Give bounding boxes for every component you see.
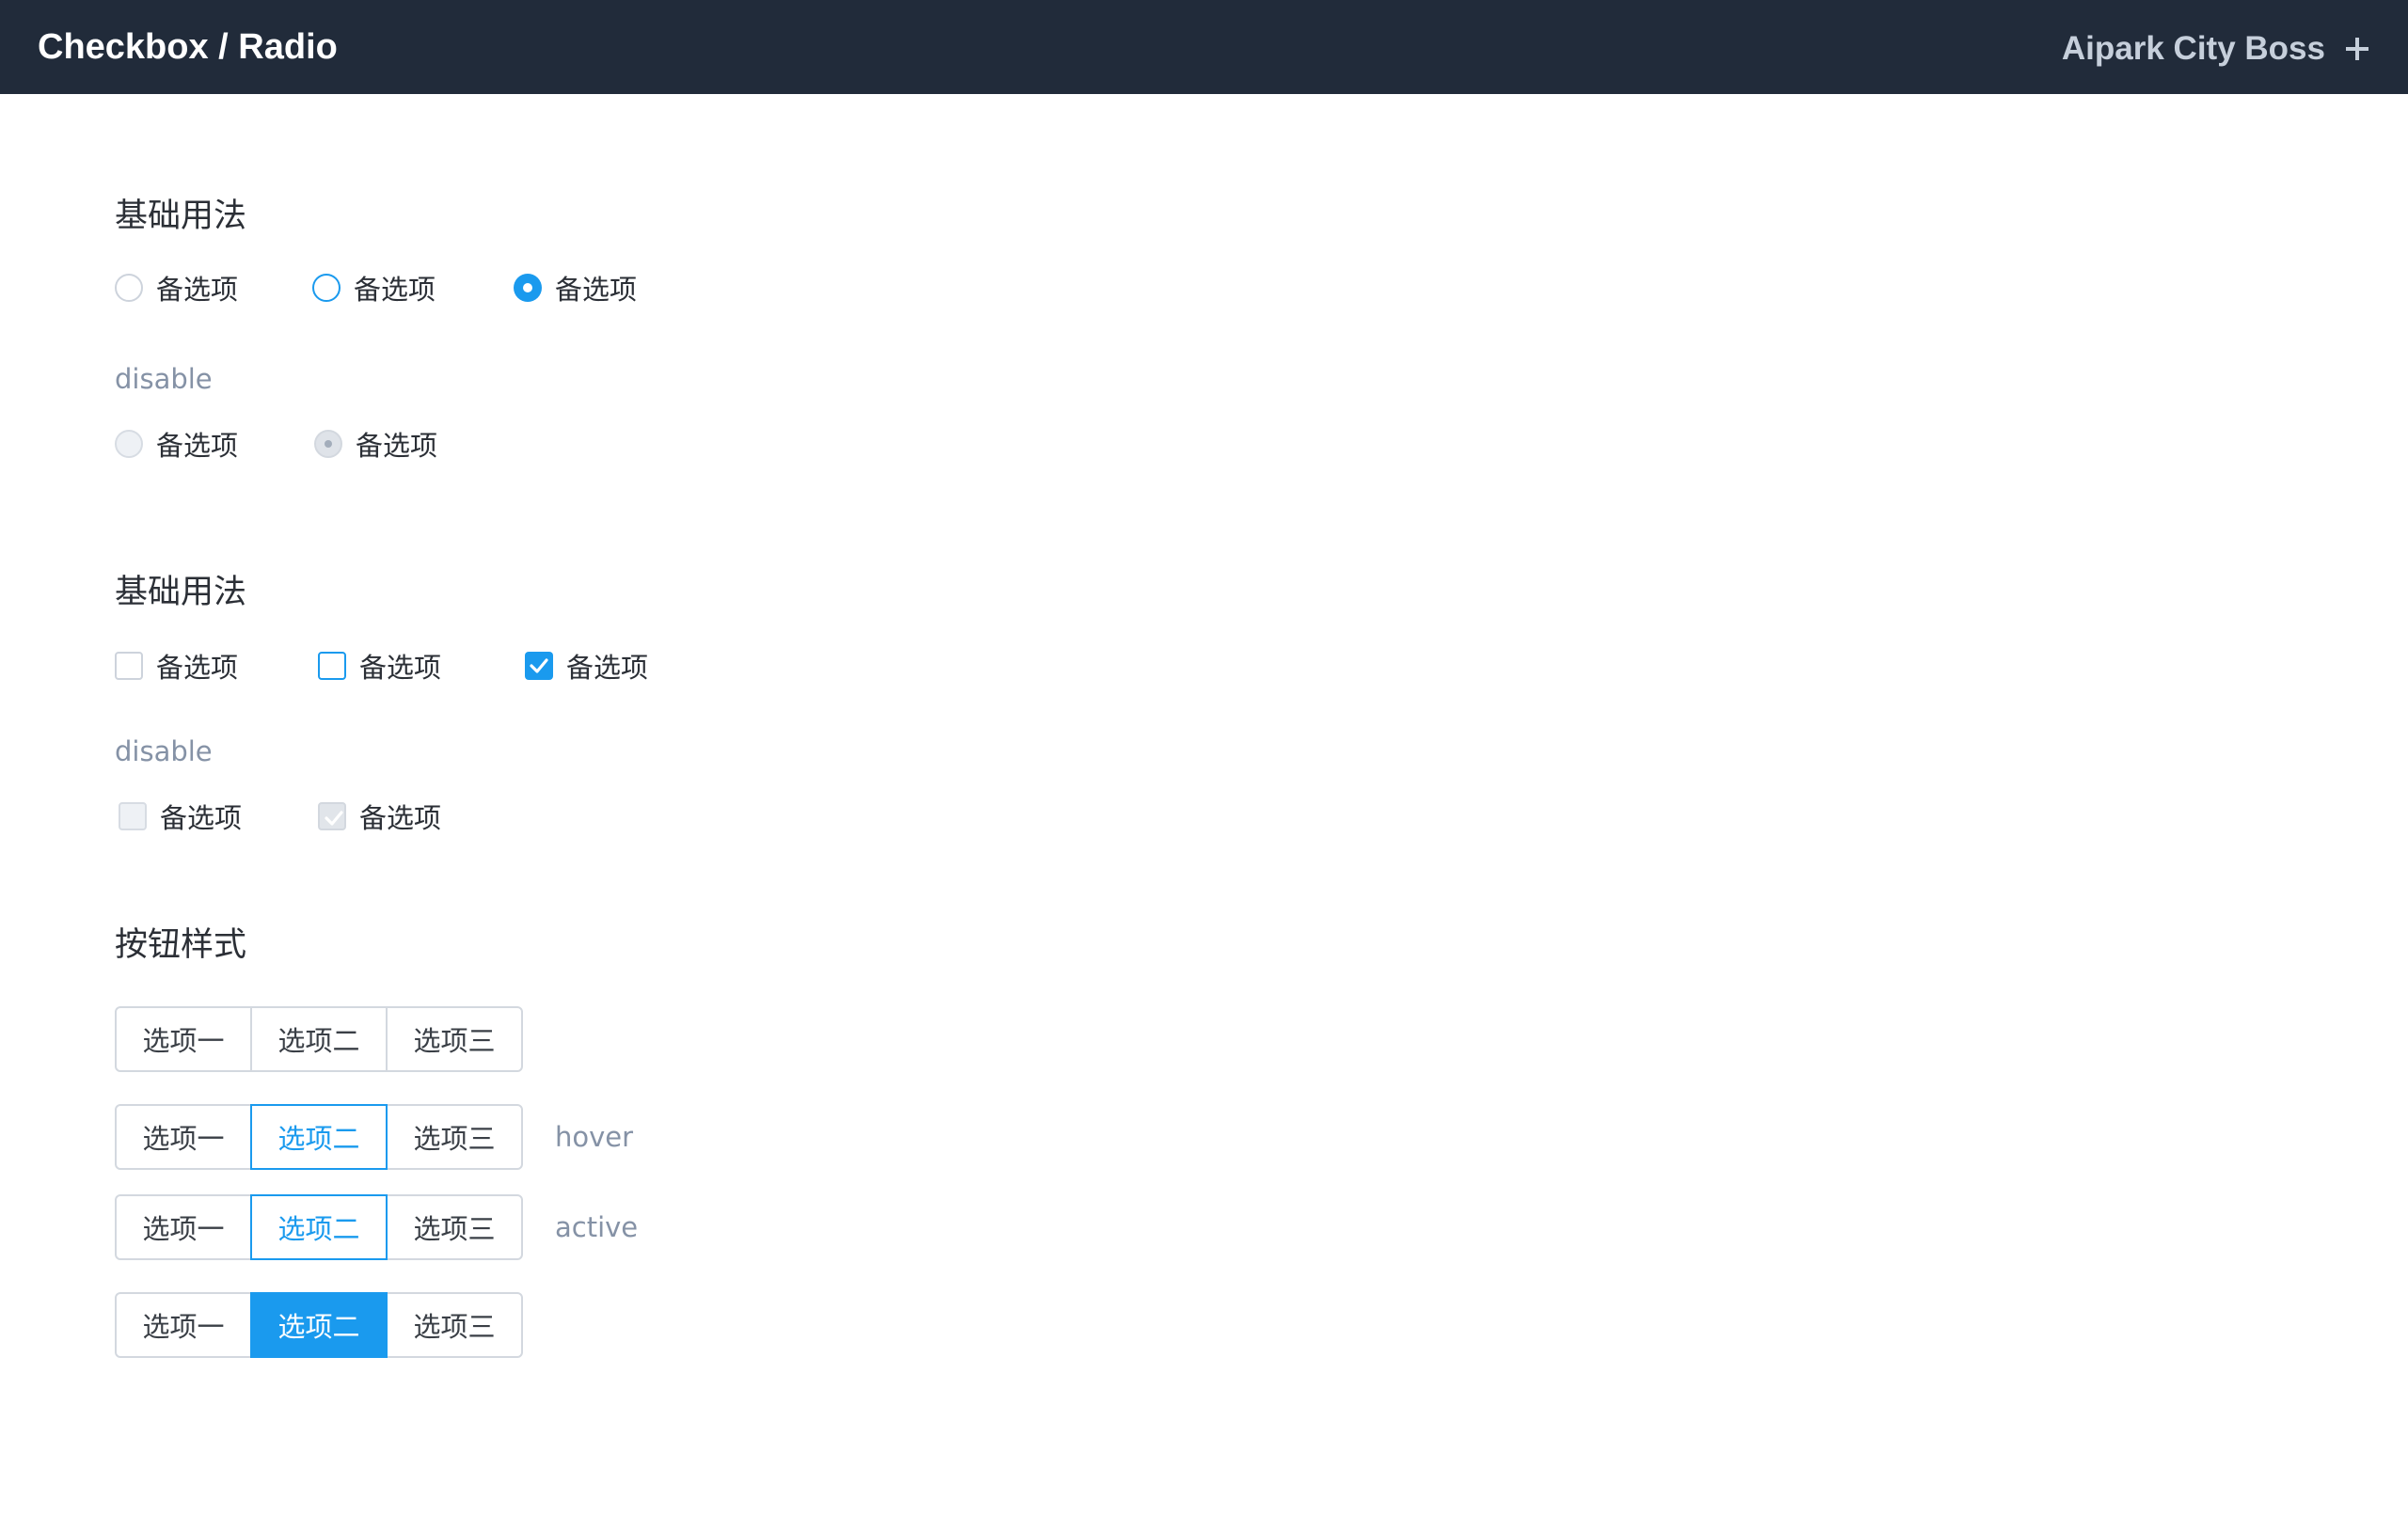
button-section-title: 按钮样式 (115, 926, 247, 964)
radio-label: 备选项 (356, 430, 438, 462)
checkbox-row: 备选项 备选项 备选项 (115, 643, 773, 688)
radio-section-title: 基础用法 (115, 197, 247, 235)
checkbox-section-title: 基础用法 (115, 574, 247, 611)
checkbox[interactable] (115, 652, 143, 680)
radio-button[interactable] (312, 274, 341, 302)
button-group-hover: 选项一 选项二 选项三 (115, 1104, 523, 1170)
radio-button-checked[interactable] (514, 274, 542, 302)
segment-button[interactable]: 选项一 (115, 1006, 252, 1072)
radio-label: 备选项 (156, 430, 239, 462)
radio-label: 备选项 (354, 274, 436, 306)
radio-option-hover[interactable]: 备选项 (312, 265, 436, 310)
segment-button[interactable]: 选项三 (386, 1104, 523, 1170)
account-name[interactable]: Aipark City Boss (2062, 23, 2325, 75)
radio-label: 备选项 (555, 274, 638, 306)
checkbox-disabled (119, 802, 147, 830)
checkbox-disabled-row: 备选项 备选项 (115, 794, 773, 839)
radio-option-disabled-checked: 备选项 (314, 421, 437, 466)
segment-button[interactable]: 选项二 (250, 1006, 388, 1072)
radio-disabled-row: 备选项 备选项 (115, 421, 773, 466)
segment-button[interactable]: 选项三 (386, 1194, 523, 1260)
checkmark-icon (530, 658, 548, 673)
radio-button[interactable] (115, 274, 143, 302)
checkbox-label: 备选项 (160, 802, 243, 834)
checkbox-option-hover[interactable]: 备选项 (318, 643, 441, 688)
checkbox-label: 备选项 (156, 652, 239, 684)
top-bar: Checkbox / Radio Aipark City Boss (0, 0, 2408, 94)
radio-button-disabled (115, 430, 143, 458)
button-group-selected: 选项一 选项二 选项三 (115, 1292, 523, 1358)
checkmark-icon (325, 811, 343, 826)
checkbox-disable-label: disable (115, 735, 213, 767)
main-content: 基础用法 备选项 备选项 备选项 disable 备选项 备选项 基础用法 备选 (0, 94, 2408, 1531)
radio-option-disabled: 备选项 (115, 421, 238, 466)
checkbox-option-default[interactable]: 备选项 (115, 643, 238, 688)
radio-label: 备选项 (156, 274, 239, 306)
plus-icon[interactable] (2344, 36, 2370, 62)
checkbox-option-disabled-checked: 备选项 (318, 794, 441, 839)
radio-option-checked[interactable]: 备选项 (514, 265, 637, 310)
page-title: Checkbox / Radio (38, 27, 338, 67)
hover-note: hover (555, 1121, 634, 1153)
checkbox-disabled-checked (318, 802, 346, 830)
active-note: active (555, 1211, 639, 1243)
segment-button-selected[interactable]: 选项二 (250, 1292, 388, 1358)
checkbox-option-disabled: 备选项 (119, 794, 242, 839)
segment-button[interactable]: 选项一 (115, 1194, 252, 1260)
radio-disable-label: disable (115, 363, 213, 395)
button-group-default: 选项一 选项二 选项三 (115, 1006, 523, 1072)
segment-button[interactable]: 选项三 (386, 1006, 523, 1072)
account-area[interactable]: Aipark City Boss (2062, 23, 2370, 75)
segment-button-active[interactable]: 选项二 (250, 1194, 388, 1260)
checkbox[interactable] (318, 652, 346, 680)
segment-button[interactable]: 选项三 (386, 1292, 523, 1358)
radio-option-default[interactable]: 备选项 (115, 265, 238, 310)
checkbox-label: 备选项 (359, 802, 442, 834)
segment-button-hover[interactable]: 选项二 (250, 1104, 388, 1170)
button-group-active: 选项一 选项二 选项三 (115, 1194, 523, 1260)
checkbox-option-checked[interactable]: 备选项 (525, 643, 648, 688)
radio-row: 备选项 备选项 备选项 (115, 265, 773, 310)
checkbox-label: 备选项 (566, 652, 649, 684)
checkbox-label: 备选项 (359, 652, 442, 684)
segment-button[interactable]: 选项一 (115, 1292, 252, 1358)
checkbox-checked[interactable] (525, 652, 553, 680)
radio-button-disabled-checked (314, 430, 342, 458)
segment-button[interactable]: 选项一 (115, 1104, 252, 1170)
